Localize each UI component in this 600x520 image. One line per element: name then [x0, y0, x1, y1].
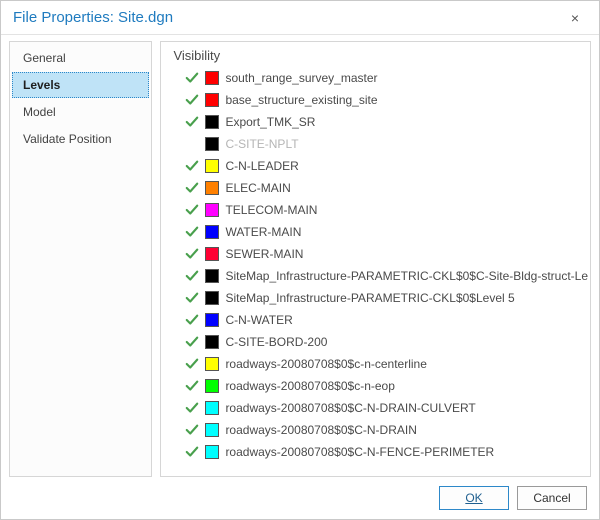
- level-row[interactable]: C-SITE-NPLT: [171, 133, 588, 155]
- color-swatch: [205, 313, 219, 327]
- level-row[interactable]: TELECOM-MAIN: [171, 199, 588, 221]
- level-row[interactable]: south_range_survey_master: [171, 67, 588, 89]
- visibility-check-icon[interactable]: [185, 269, 199, 283]
- level-row[interactable]: Export_TMK_SR: [171, 111, 588, 133]
- dialog-footer: OK Cancel: [1, 477, 599, 519]
- nav-item-levels[interactable]: Levels: [12, 72, 149, 98]
- color-swatch: [205, 335, 219, 349]
- visibility-check-icon[interactable]: [185, 445, 199, 459]
- level-name: SiteMap_Infrastructure-PARAMETRIC-CKL$0$…: [225, 291, 514, 305]
- level-row[interactable]: roadways-20080708$0$c-n-eop: [171, 375, 588, 397]
- level-name: south_range_survey_master: [225, 71, 377, 85]
- level-name: base_structure_existing_site: [225, 93, 377, 107]
- level-name: C-N-LEADER: [225, 159, 298, 173]
- visibility-check-icon[interactable]: [185, 313, 199, 327]
- level-name: C-SITE-NPLT: [225, 137, 298, 151]
- nav-item-general[interactable]: General: [12, 45, 149, 71]
- level-name: roadways-20080708$0$C-N-DRAIN-CULVERT: [225, 401, 475, 415]
- nav-item-label: Levels: [23, 78, 60, 92]
- color-swatch: [205, 445, 219, 459]
- window-title: File Properties: Site.dgn: [13, 9, 561, 26]
- visibility-check-icon[interactable]: [185, 335, 199, 349]
- level-row[interactable]: roadways-20080708$0$C-N-DRAIN-CULVERT: [171, 397, 588, 419]
- visibility-check-icon[interactable]: [185, 379, 199, 393]
- level-name: Export_TMK_SR: [225, 115, 315, 129]
- level-row[interactable]: ELEC-MAIN: [171, 177, 588, 199]
- cancel-button[interactable]: Cancel: [517, 486, 587, 510]
- color-swatch: [205, 225, 219, 239]
- nav-item-model[interactable]: Model: [12, 99, 149, 125]
- color-swatch: [205, 423, 219, 437]
- visibility-check-icon[interactable]: [185, 137, 199, 151]
- nav-item-label: Validate Position: [23, 132, 112, 146]
- level-name: roadways-20080708$0$C-N-FENCE-PERIMETER: [225, 445, 494, 459]
- color-swatch: [205, 401, 219, 415]
- visibility-header: Visibility: [171, 48, 590, 67]
- level-name: WATER-MAIN: [225, 225, 301, 239]
- main-panel: Visibility south_range_survey_masterbase…: [160, 41, 591, 477]
- file-properties-dialog: File Properties: Site.dgn × General Level…: [0, 0, 600, 520]
- visibility-check-icon[interactable]: [185, 357, 199, 371]
- visibility-check-icon[interactable]: [185, 93, 199, 107]
- level-name: roadways-20080708$0$c-n-eop: [225, 379, 394, 393]
- level-row[interactable]: SEWER-MAIN: [171, 243, 588, 265]
- color-swatch: [205, 93, 219, 107]
- titlebar: File Properties: Site.dgn ×: [1, 1, 599, 35]
- color-swatch: [205, 203, 219, 217]
- color-swatch: [205, 247, 219, 261]
- level-row[interactable]: SiteMap_Infrastructure-PARAMETRIC-CKL$0$…: [171, 287, 588, 309]
- level-name: C-SITE-BORD-200: [225, 335, 327, 349]
- level-row[interactable]: roadways-20080708$0$C-N-DRAIN: [171, 419, 588, 441]
- level-row[interactable]: roadways-20080708$0$c-n-centerline: [171, 353, 588, 375]
- level-row[interactable]: C-N-LEADER: [171, 155, 588, 177]
- level-name: TELECOM-MAIN: [225, 203, 317, 217]
- content-area: General Levels Model Validate Position Visi…: [1, 35, 599, 477]
- nav-item-label: General: [23, 51, 66, 65]
- level-name: SiteMap_Infrastructure-PARAMETRIC-CKL$0$…: [225, 269, 588, 283]
- level-name: ELEC-MAIN: [225, 181, 290, 195]
- color-swatch: [205, 181, 219, 195]
- visibility-check-icon[interactable]: [185, 159, 199, 173]
- level-name: SEWER-MAIN: [225, 247, 303, 261]
- level-row[interactable]: base_structure_existing_site: [171, 89, 588, 111]
- level-name: roadways-20080708$0$c-n-centerline: [225, 357, 426, 371]
- level-row[interactable]: WATER-MAIN: [171, 221, 588, 243]
- nav-item-validate-position[interactable]: Validate Position: [12, 126, 149, 152]
- visibility-check-icon[interactable]: [185, 291, 199, 305]
- color-swatch: [205, 137, 219, 151]
- ok-button[interactable]: OK: [439, 486, 509, 510]
- color-swatch: [205, 357, 219, 371]
- color-swatch: [205, 115, 219, 129]
- color-swatch: [205, 379, 219, 393]
- visibility-check-icon[interactable]: [185, 247, 199, 261]
- visibility-check-icon[interactable]: [185, 423, 199, 437]
- visibility-check-icon[interactable]: [185, 71, 199, 85]
- level-row[interactable]: roadways-20080708$0$C-N-FENCE-PERIMETER: [171, 441, 588, 463]
- level-row[interactable]: C-N-WATER: [171, 309, 588, 331]
- color-swatch: [205, 159, 219, 173]
- nav-item-label: Model: [23, 105, 56, 119]
- close-icon: ×: [571, 10, 579, 26]
- visibility-check-icon[interactable]: [185, 181, 199, 195]
- color-swatch: [205, 291, 219, 305]
- color-swatch: [205, 269, 219, 283]
- visibility-check-icon[interactable]: [185, 401, 199, 415]
- close-button[interactable]: ×: [561, 4, 589, 32]
- levels-list[interactable]: south_range_survey_master base_structure_…: [171, 67, 590, 472]
- visibility-check-icon[interactable]: [185, 225, 199, 239]
- level-row[interactable]: SiteMap_Infrastructure-PARAMETRIC-CKL$0$…: [171, 265, 588, 287]
- nav-sidebar: General Levels Model Validate Position: [9, 41, 152, 477]
- visibility-check-icon[interactable]: [185, 115, 199, 129]
- level-row[interactable]: C-SITE-BORD-200: [171, 331, 588, 353]
- color-swatch: [205, 71, 219, 85]
- level-name: roadways-20080708$0$C-N-DRAIN: [225, 423, 416, 437]
- level-name: C-N-WATER: [225, 313, 292, 327]
- visibility-check-icon[interactable]: [185, 203, 199, 217]
